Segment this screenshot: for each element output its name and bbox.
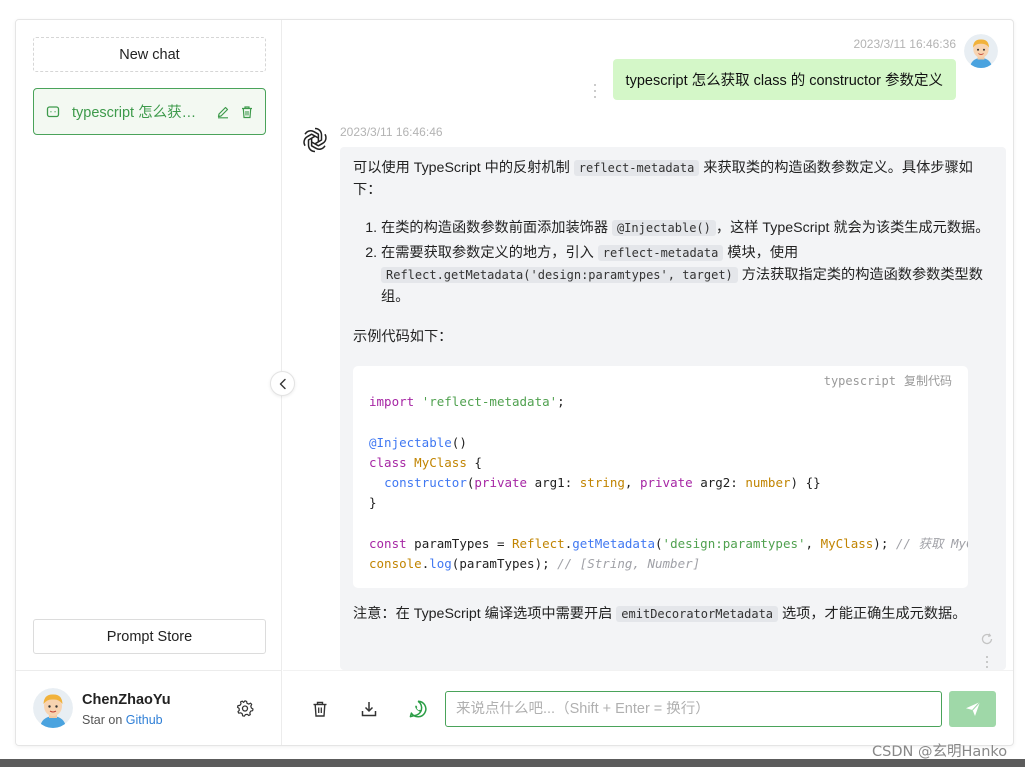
edit-icon[interactable] xyxy=(215,104,231,120)
code-line: @Injectable() xyxy=(369,434,467,450)
user-message-time: 2023/3/11 16:46:36 xyxy=(853,37,956,51)
star-prefix: Star on xyxy=(82,713,123,727)
download-button[interactable] xyxy=(358,698,380,720)
github-link[interactable]: Github xyxy=(126,713,163,727)
code-line: const paramTypes = Reflect.getMetadata('… xyxy=(369,536,968,552)
bot-message-time: 2023/3/11 16:46:46 xyxy=(340,125,443,139)
code-line: } xyxy=(369,495,377,511)
message-icon xyxy=(46,105,60,119)
inline-code: reflect-metadata xyxy=(597,245,724,261)
copy-code-button[interactable]: 复制代码 xyxy=(904,374,952,388)
step-text: 在需要获取参数定义的地方，引入 xyxy=(381,245,598,261)
chat-main: 2023/3/11 16:46:36 typescript 怎么获取 class… xyxy=(283,20,1013,745)
refresh-icon[interactable] xyxy=(980,632,994,646)
code-line: import 'reflect-metadata'; xyxy=(369,394,565,409)
code-block: typescript 复制代码 import 'reflect-metadata'… xyxy=(353,366,968,588)
code-lines: import 'reflect-metadata'; ​ @Injectable()… xyxy=(369,392,968,575)
inline-code: emitDecoratorMetadata xyxy=(616,606,779,622)
bot-intro: 可以使用 TypeScript 中的反射机制 reflect-metadata … xyxy=(353,157,993,201)
code-line: ​ xyxy=(369,412,952,432)
bot-note: 注意：在 TypeScript 编译选项中需要开启 emitDecoratorM… xyxy=(353,603,993,625)
note-text-after: 选项，才能正确生成元数据。 xyxy=(778,606,967,622)
bot-message-bubble: 可以使用 TypeScript 中的反射机制 reflect-metadata … xyxy=(340,147,1006,670)
message-input[interactable] xyxy=(456,701,931,717)
code-language: typescript xyxy=(823,374,896,388)
code-line: ​ xyxy=(369,514,952,534)
watermark: CSDN @玄明Hanko xyxy=(872,744,1008,760)
more-vertical-icon[interactable] xyxy=(985,656,989,668)
trash-icon xyxy=(311,700,329,718)
steps-list: 在类的构造函数参数前面添加装饰器 @Injectable()，这样 TypeSc… xyxy=(353,217,993,308)
step-text: ，这样 TypeScript 就会为该类生成元数据。 xyxy=(715,220,990,236)
window-frame-right xyxy=(1025,0,1031,767)
list-item: 在类的构造函数参数前面添加装饰器 @Injectable()，这样 TypeSc… xyxy=(381,217,993,239)
user-name: ChenZhaoYu xyxy=(82,692,171,708)
sidebar-chat-item[interactable]: typescript 怎么获取 class 的 constructor 参数定义 xyxy=(33,88,266,135)
code-block-header: typescript 复制代码 xyxy=(824,371,952,391)
input-footer xyxy=(283,670,1013,745)
inline-code: Reflect.getMetadata('design:paramtypes',… xyxy=(381,267,738,283)
bot-message-actions xyxy=(980,632,994,672)
chevron-left-icon xyxy=(278,378,288,390)
inline-code: @Injectable() xyxy=(611,220,716,236)
prompt-store-button[interactable]: Prompt Store xyxy=(33,619,266,654)
trash-icon[interactable] xyxy=(239,104,255,120)
app-window: New chat typescript 怎么获取 class 的 constru… xyxy=(15,19,1014,746)
more-vertical-icon[interactable] xyxy=(591,84,599,98)
sample-label: 示例代码如下： xyxy=(353,329,453,345)
chat-item-label: typescript 怎么获取 class 的 constructor 参数定义 xyxy=(72,105,207,121)
code-line: console.log(paramTypes); // [String, Num… xyxy=(369,556,701,572)
note-text-before: 注意：在 TypeScript 编译选项中需要开启 xyxy=(353,606,617,622)
sidebar: New chat typescript 怎么获取 class 的 constru… xyxy=(16,20,282,745)
whatsapp-icon xyxy=(408,699,428,719)
send-icon xyxy=(964,700,982,718)
whatsapp-button[interactable] xyxy=(407,698,429,720)
clear-chat-button[interactable] xyxy=(309,698,331,720)
download-icon xyxy=(360,700,378,718)
step-text: 模块，使用 xyxy=(723,245,799,261)
intro-text-before: 可以使用 TypeScript 中的反射机制 xyxy=(353,160,574,176)
avatar xyxy=(964,34,998,68)
new-chat-button[interactable]: New chat xyxy=(33,37,266,72)
gear-icon[interactable] xyxy=(235,698,255,718)
code-line: class MyClass { xyxy=(369,454,482,470)
collapse-sidebar-button[interactable] xyxy=(270,371,295,396)
avatar[interactable] xyxy=(33,688,73,728)
list-item: 在需要获取参数定义的地方，引入 reflect-metadata 模块，使用 R… xyxy=(381,242,993,308)
step-text: 在类的构造函数参数前面添加装饰器 xyxy=(381,220,612,236)
user-info: ChenZhaoYu Star on Github xyxy=(16,670,282,745)
inline-code: reflect-metadata xyxy=(573,160,700,176)
user-message-bubble: typescript 怎么获取 class 的 constructor 参数定义 xyxy=(612,59,956,100)
user-star-text: Star on Github xyxy=(82,713,163,727)
openai-logo-icon xyxy=(300,125,330,155)
message-input-box[interactable] xyxy=(445,691,942,727)
send-button[interactable] xyxy=(949,691,996,727)
code-line: constructor(private arg1: string, privat… xyxy=(384,475,821,491)
